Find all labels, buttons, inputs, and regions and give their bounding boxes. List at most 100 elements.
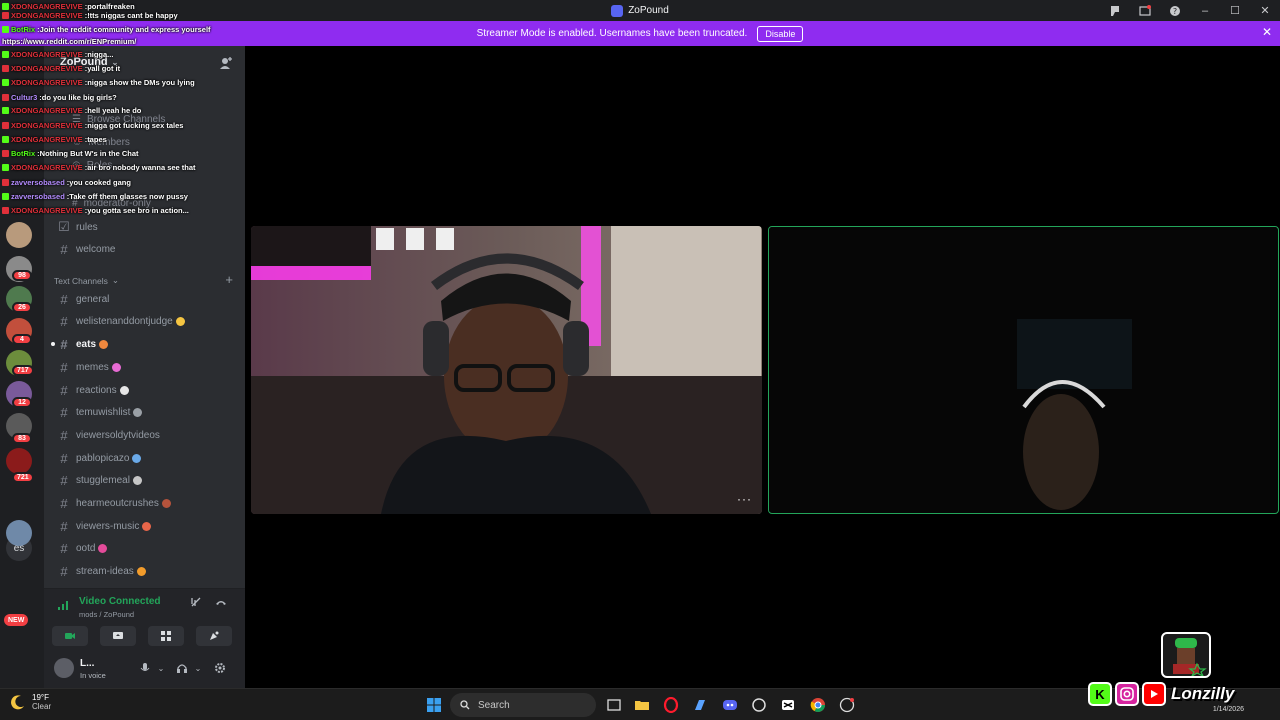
- chrome-icon[interactable]: [808, 695, 828, 715]
- channel-general[interactable]: # general: [52, 289, 240, 309]
- more-options-icon[interactable]: ···: [737, 492, 752, 506]
- chevron-down-icon[interactable]: ⌄: [190, 660, 206, 676]
- channel-ootd[interactable]: # ootd: [52, 538, 240, 558]
- mention-badge: 717: [12, 365, 34, 376]
- chat-text: nigga show the DMs you lying: [87, 78, 195, 87]
- inbox-icon[interactable]: [1130, 0, 1160, 21]
- title-bar-controls: ? – ☐ ✕: [1100, 0, 1280, 21]
- close-icon[interactable]: ✕: [1262, 25, 1272, 39]
- maximize-button[interactable]: ☐: [1220, 0, 1250, 21]
- channel-name: ootd: [76, 542, 96, 554]
- soundboard-button[interactable]: [196, 626, 232, 646]
- minimize-button[interactable]: –: [1190, 0, 1220, 21]
- activities-button[interactable]: [148, 626, 184, 646]
- chat-username: XDONGANGREVIVE: [11, 11, 83, 20]
- noise-suppression-icon[interactable]: [189, 595, 203, 609]
- chat-message: XDONGANGREVIVE: nigga show the DMs you l…: [2, 76, 195, 89]
- webcam-feed: [769, 227, 1277, 512]
- kick-icon: K: [1088, 682, 1112, 706]
- chat-badge-icon: [2, 79, 9, 86]
- server-avatar[interactable]: [6, 520, 32, 546]
- chat-username: zavversobased: [11, 178, 65, 187]
- channel-name: welistenanddontjudge: [76, 315, 173, 327]
- channel-memes[interactable]: # memes: [52, 357, 240, 377]
- channel-eats[interactable]: # eats: [51, 334, 240, 354]
- gear-icon[interactable]: [212, 660, 228, 676]
- emoji-icon: [99, 339, 109, 349]
- user-panel: L... In voice ⌄ ⌄: [44, 648, 245, 688]
- social-overlay: K Lonzilly: [1088, 681, 1234, 707]
- mention-badge: 12: [12, 397, 32, 408]
- chat-message: XDONGANGREVIVE: nigga got fucking sex ta…: [2, 119, 183, 132]
- start-button[interactable]: [424, 695, 444, 715]
- channel-temuwishlist[interactable]: # temuwishlist: [52, 402, 240, 422]
- signal-icon[interactable]: [57, 599, 69, 611]
- channel-hearmeoutcrushes[interactable]: # hearmeoutcrushes: [52, 493, 240, 513]
- camera-button[interactable]: [52, 626, 88, 646]
- disconnect-icon[interactable]: [214, 595, 228, 609]
- channel-name: welcome: [76, 243, 116, 255]
- voice-status-title[interactable]: Video Connected: [79, 596, 161, 607]
- chat-username: Cultur3: [11, 93, 38, 102]
- video-tile[interactable]: ···: [251, 226, 762, 514]
- disable-streamer-mode-button[interactable]: Disable: [757, 25, 804, 42]
- chat-text: do you like big girls?: [41, 93, 117, 102]
- server-avatar[interactable]: [6, 448, 32, 474]
- chat-message: XDONGANGREVIVE: hell yeah he do: [2, 104, 141, 117]
- search-placeholder: Search: [478, 699, 510, 711]
- voice-location[interactable]: mods / ZoPound: [79, 610, 134, 619]
- channel-stugglemeal[interactable]: # stugglemeal: [52, 470, 240, 490]
- screen-share-button[interactable]: [100, 626, 136, 646]
- channel-rules[interactable]: ☑ rules: [52, 217, 240, 237]
- chat-text: Nothing But W's in the Chat: [39, 149, 139, 158]
- streamer-handle: Lonzilly: [1171, 684, 1235, 703]
- opera-icon[interactable]: [661, 695, 681, 715]
- server-avatar[interactable]: [6, 222, 32, 248]
- close-button[interactable]: ✕: [1250, 0, 1280, 21]
- capcut-icon[interactable]: [778, 695, 798, 715]
- headphones-icon[interactable]: [174, 660, 190, 676]
- channel-stream-ideas[interactable]: # stream-ideas: [52, 561, 240, 581]
- chat-message: XDONGANGREVIVE: tapes: [2, 133, 107, 146]
- user-name[interactable]: L...: [80, 658, 94, 669]
- avatar[interactable]: [54, 658, 74, 678]
- channel-viewers-music[interactable]: # viewers-music: [52, 516, 240, 536]
- chat-text: Take off them glasses now pussy: [69, 192, 188, 201]
- emoji-icon: [132, 475, 142, 485]
- file-explorer-icon[interactable]: [632, 695, 652, 715]
- microphone-icon[interactable]: [137, 660, 153, 676]
- chat-text: !tts niggas cant be happy: [87, 11, 178, 20]
- channel-name: eats: [76, 338, 97, 350]
- task-view-icon[interactable]: [604, 695, 624, 715]
- chat-text: hell yeah he do: [87, 106, 142, 115]
- help-icon[interactable]: ?: [1160, 0, 1190, 21]
- copilot-icon[interactable]: [690, 695, 710, 715]
- emoji-icon: [119, 385, 129, 395]
- chat-badge-icon: [2, 94, 9, 101]
- weather-widget[interactable]: 19°F Clear: [10, 693, 51, 711]
- category-text-channels[interactable]: Text Channels ⌄: [54, 275, 119, 286]
- create-channel-icon[interactable]: +: [225, 272, 233, 287]
- obs-icon[interactable]: [837, 695, 857, 715]
- channel-welistenanddontjudge[interactable]: # welistenanddontjudge: [52, 311, 240, 331]
- weather-temperature: 19°F: [32, 693, 49, 702]
- channel-pablopicazo[interactable]: # pablopicazo: [52, 448, 240, 468]
- chat-text: air bro nobody wanna see that: [87, 163, 196, 172]
- hash-icon: #: [60, 382, 68, 398]
- channel-welcome[interactable]: # welcome: [52, 239, 240, 259]
- emoji-icon: [98, 543, 108, 553]
- chevron-down-icon[interactable]: ⌄: [153, 660, 169, 676]
- chat-badge-icon: [2, 164, 9, 171]
- channel-reactions[interactable]: # reactions: [52, 380, 240, 400]
- video-tile-speaking[interactable]: [768, 226, 1279, 514]
- chat-message: zavversobased: you cooked gang: [2, 176, 131, 189]
- discord-icon[interactable]: [720, 695, 740, 715]
- taskbar-search[interactable]: Search: [450, 693, 596, 717]
- emoji-icon: [142, 521, 152, 531]
- channel-viewersoldytvideos[interactable]: # viewersoldytvideos: [52, 425, 240, 445]
- chat-username: XDONGANGREVIVE: [11, 50, 83, 59]
- chat-text: you cooked gang: [69, 178, 131, 187]
- xbox-icon[interactable]: [749, 695, 769, 715]
- chat-text: tapes: [87, 135, 107, 144]
- pin-icon[interactable]: [1100, 0, 1130, 21]
